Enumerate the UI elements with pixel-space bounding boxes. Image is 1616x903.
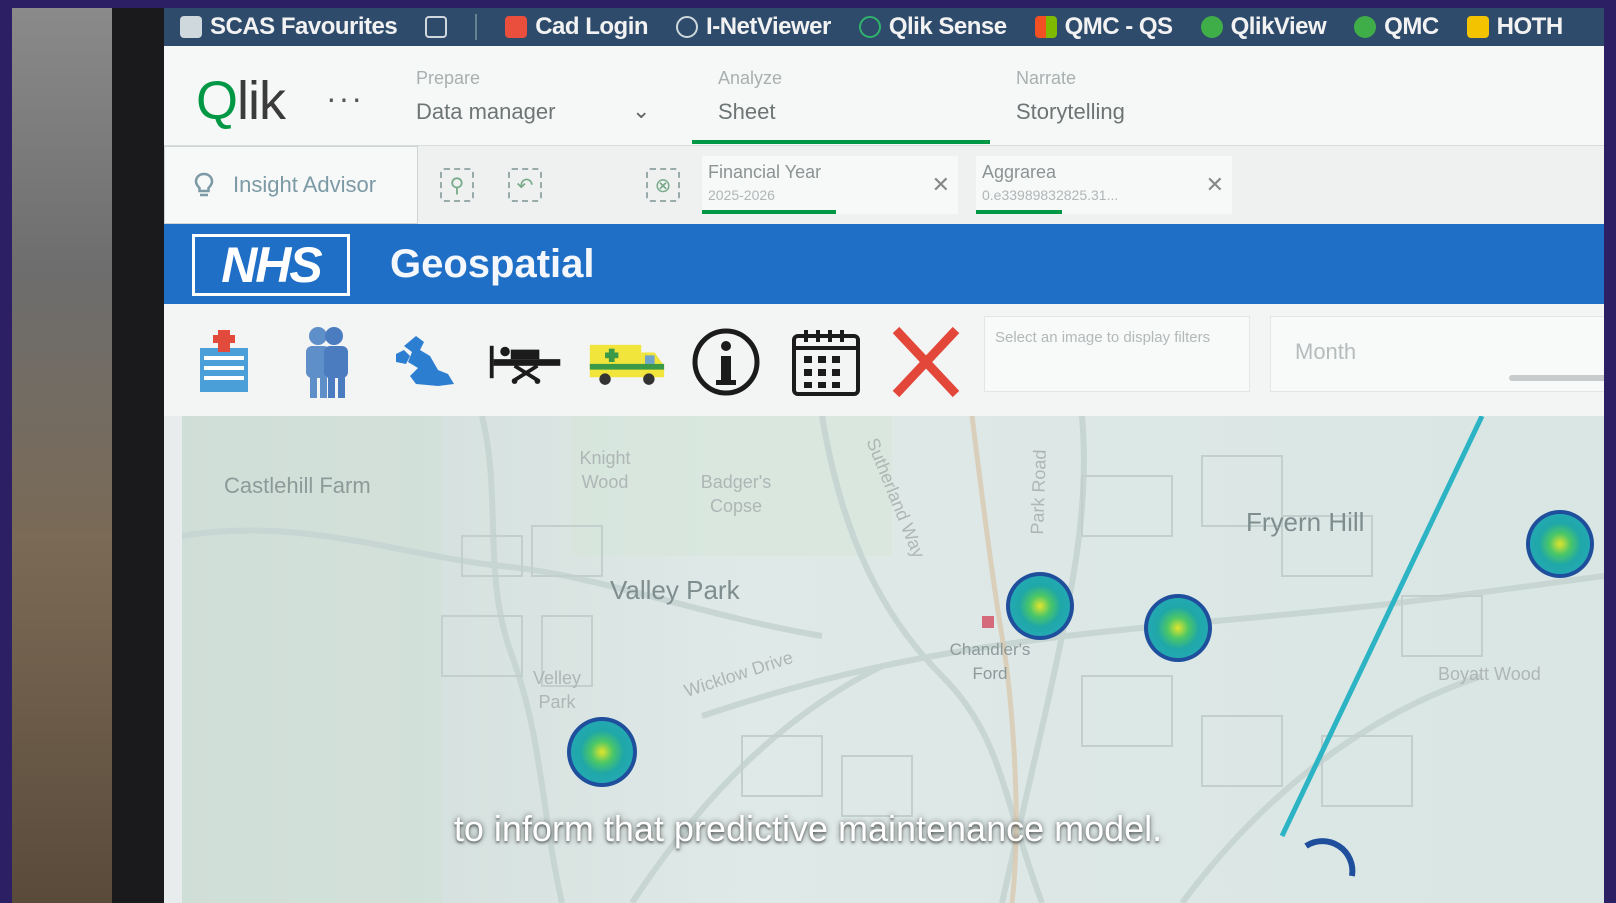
- nav-analyze[interactable]: Analyze Sheet: [718, 68, 782, 125]
- bookmark-separator: [475, 14, 478, 40]
- smart-search-icon[interactable]: ⚲: [440, 168, 474, 202]
- nav-value: Storytelling: [1016, 99, 1125, 124]
- lightbulb-icon: [194, 172, 214, 197]
- calendar-icon[interactable]: [786, 322, 866, 402]
- uk-map-icon[interactable]: [386, 322, 466, 402]
- selection-chip-financial-year[interactable]: Financial Year 2025-2026 ✕: [702, 156, 958, 214]
- month-filter[interactable]: Month: [1270, 316, 1604, 392]
- map-label: Velley Park: [532, 668, 582, 712]
- selection-progress-bar: [702, 210, 836, 214]
- active-tab-indicator: [692, 140, 990, 144]
- nav-caption: Analyze: [718, 68, 783, 88]
- insight-advisor-label: Insight Advisor: [233, 172, 377, 197]
- bookmark-label: HOTH: [1496, 13, 1564, 40]
- bookmark-cad-login[interactable]: Cad Login: [505, 13, 649, 41]
- scas-icon: [505, 16, 528, 38]
- insight-advisor-button[interactable]: Insight Advisor: [164, 146, 418, 224]
- selection-progress-bar: [976, 210, 1062, 214]
- map-label: Castlehill Farm: [224, 473, 371, 498]
- bookmark-label: Qlik Sense: [888, 13, 1007, 40]
- bookmark-label: SCAS Favourites: [210, 13, 398, 40]
- info-icon[interactable]: [686, 322, 766, 402]
- step-back-icon[interactable]: ↶: [508, 168, 542, 202]
- bookmark-qlikview[interactable]: QlikView: [1200, 13, 1327, 41]
- nav-narrate[interactable]: Narrate Storytelling: [1016, 68, 1125, 125]
- stretcher-icon[interactable]: [486, 322, 566, 402]
- close-icon[interactable]: ✕: [932, 172, 950, 198]
- bookmark-label: I-NetViewer: [706, 13, 831, 40]
- bookmark-qlik-sense[interactable]: Qlik Sense: [858, 13, 1007, 41]
- map-label: Valley Park: [610, 575, 740, 605]
- map-label: Boyatt Wood: [1438, 664, 1541, 684]
- nav-value: Data manager: [416, 99, 556, 124]
- map-label: Chandler's Ford: [949, 640, 1031, 683]
- filter-hint-box: Select an image to display filters: [984, 316, 1250, 392]
- month-scrollbar[interactable]: [1509, 375, 1604, 381]
- bookmarks-bar: SCAS Favourites Cad Login I-NetViewer Ql…: [164, 8, 1604, 46]
- qlik-header: Qlik ··· Prepare Data manager ⌄ Analyze …: [164, 46, 1604, 146]
- selections-bar: Insight Advisor ⚲ ↶ ⊗ Financial Year 202…: [164, 146, 1604, 224]
- bookmark-qmc-qs[interactable]: QMC - QS: [1034, 13, 1174, 41]
- qlikview-icon: [1200, 16, 1223, 38]
- nhs-logo: NHS: [192, 234, 350, 296]
- bookmark-qmc[interactable]: QMC: [1354, 13, 1439, 41]
- chevron-down-icon[interactable]: ⌄: [632, 98, 650, 124]
- map-label: Badger's Copse: [700, 472, 772, 516]
- hoth-icon: [1466, 16, 1489, 38]
- qlik-sense-icon: [858, 16, 881, 38]
- chip-title: Financial Year: [708, 162, 822, 182]
- globe-icon: [676, 16, 699, 38]
- filter-hint-text: Select an image to display filters: [995, 329, 1211, 346]
- qmc-icon: [1354, 16, 1377, 38]
- map-label: Fryern Hill: [1246, 507, 1365, 537]
- ambulance-icon[interactable]: [586, 322, 666, 402]
- monitor-bezel: [112, 8, 164, 903]
- close-icon[interactable]: [886, 322, 966, 402]
- bookmark-hoth[interactable]: HOTH: [1466, 13, 1564, 41]
- bookmark-i-netviewer[interactable]: I-NetViewer: [676, 13, 831, 41]
- microsoft-icon: [1034, 16, 1057, 38]
- hospital-icon[interactable]: [184, 322, 264, 402]
- chip-value: 2025-2026: [708, 187, 775, 203]
- bookmark-label: QMC: [1384, 13, 1439, 40]
- map-label: Knight Wood: [579, 448, 631, 492]
- bookmark-window[interactable]: [425, 16, 448, 38]
- more-menu-button[interactable]: ···: [326, 80, 364, 117]
- background-photo: [12, 8, 112, 903]
- sheet-title-banner: NHS Geospatial: [164, 224, 1604, 304]
- qlik-logo[interactable]: Qlik: [196, 70, 286, 132]
- bookmark-label: QMC - QS: [1064, 13, 1174, 40]
- bookmark-label: Cad Login: [535, 13, 649, 40]
- close-icon[interactable]: ✕: [1206, 172, 1224, 198]
- monitor-screen: SCAS Favourites Cad Login I-NetViewer Ql…: [164, 8, 1604, 903]
- nav-prepare[interactable]: Prepare Data manager: [416, 68, 555, 125]
- nav-value: Sheet: [718, 99, 776, 124]
- chip-title: Aggrarea: [982, 162, 1057, 182]
- people-icon[interactable]: [286, 322, 366, 402]
- chip-value: 0.e33989832825.31...: [982, 187, 1119, 203]
- bookmark-scas-favourites[interactable]: SCAS Favourites: [180, 13, 398, 41]
- window-icon: [425, 16, 448, 38]
- sheet-title: Geospatial: [390, 242, 595, 286]
- selection-chip-aggrarea[interactable]: Aggrarea 0.e33989832825.31... ✕: [976, 156, 1232, 214]
- map-label: Park Road: [1027, 449, 1051, 535]
- folder-icon: [180, 16, 202, 38]
- bookmark-label: QlikView: [1230, 13, 1327, 40]
- nav-caption: Narrate: [1016, 68, 1077, 88]
- nav-caption: Prepare: [416, 68, 481, 88]
- filter-icon-toolbar: Select an image to display filters Month: [164, 304, 1604, 416]
- month-filter-label: Month: [1295, 339, 1357, 364]
- clear-selections-icon[interactable]: ⊗: [646, 168, 680, 202]
- video-subtitle: to inform that predictive maintenance mo…: [453, 808, 1163, 849]
